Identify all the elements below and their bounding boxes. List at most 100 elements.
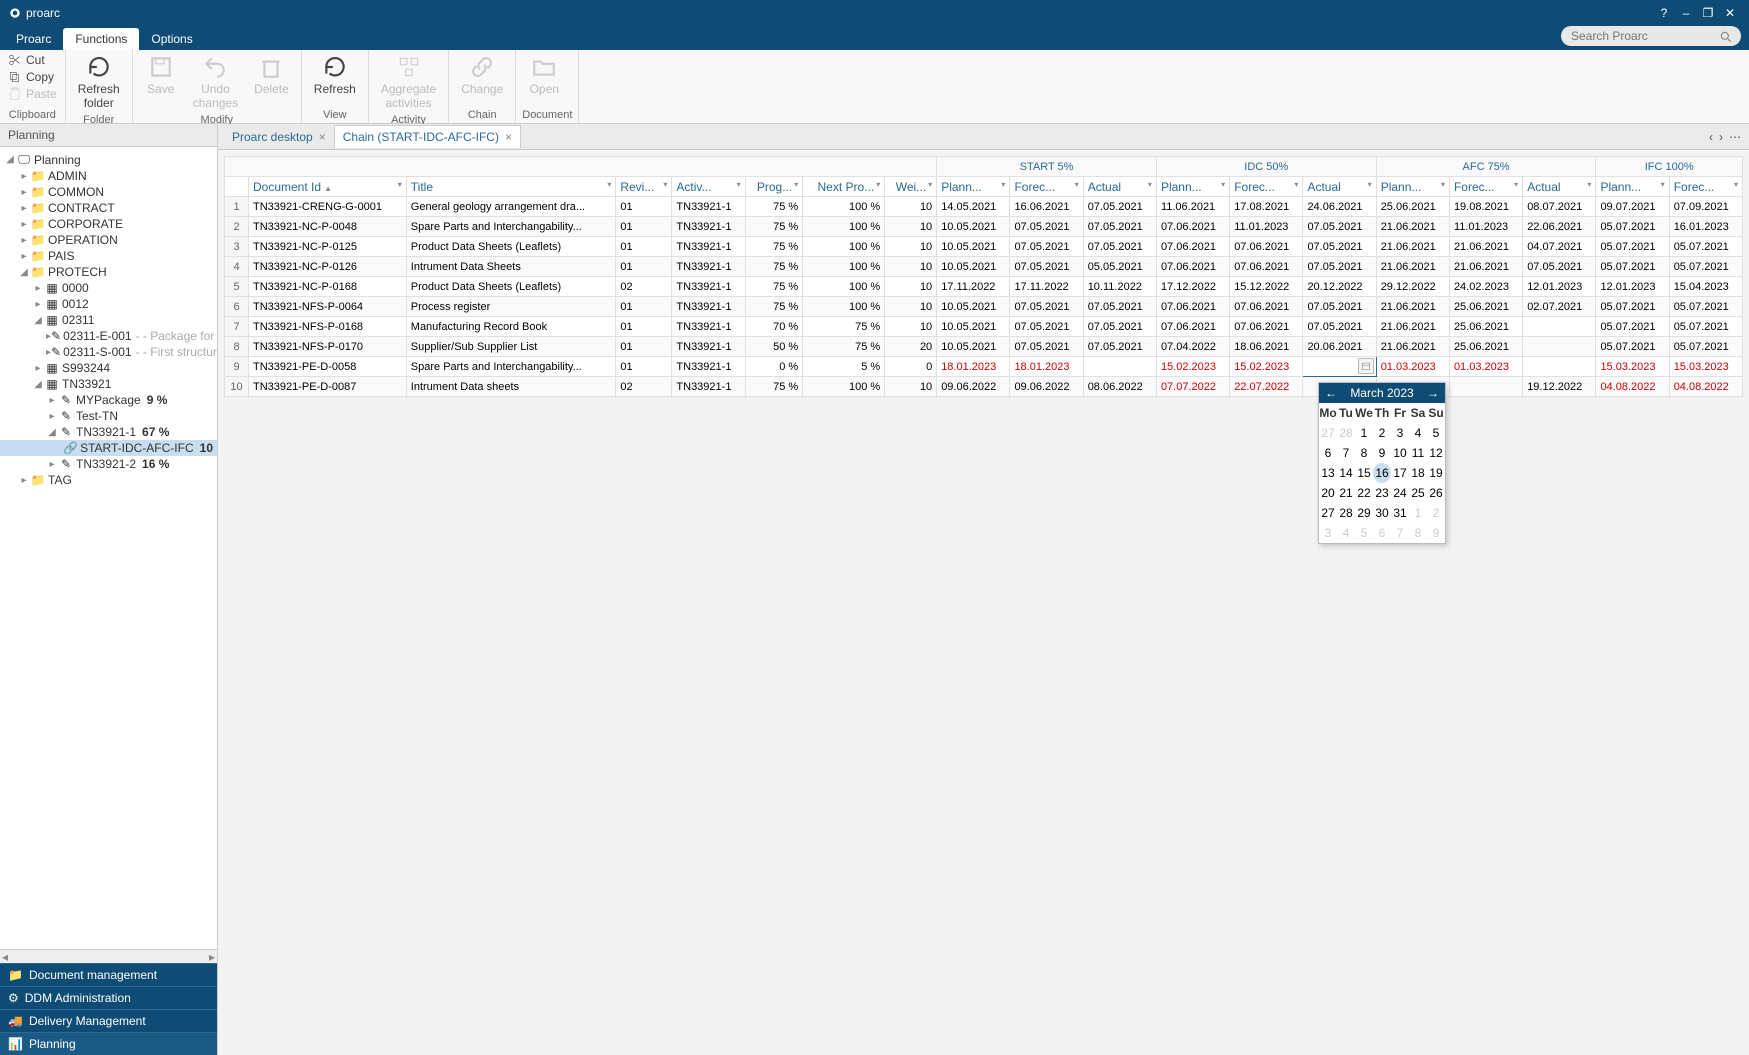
cell-progress[interactable]: 75 %: [745, 197, 803, 217]
cell-weight[interactable]: 10: [885, 197, 937, 217]
cell-rownum[interactable]: 2: [225, 217, 249, 237]
cell-weight[interactable]: 10: [885, 377, 937, 397]
tab-proarc-desktop[interactable]: Proarc desktop×: [224, 126, 334, 148]
tree-mypackage[interactable]: ▸✎MYPackage9 %: [0, 392, 217, 408]
cell-weight[interactable]: 10: [885, 237, 937, 257]
cell-weight[interactable]: 10: [885, 217, 937, 237]
cell-revision[interactable]: 01: [616, 257, 672, 277]
col-activity[interactable]: Activ...▾: [672, 177, 745, 197]
open-document-button[interactable]: Open: [522, 52, 566, 98]
datepicker-day[interactable]: 4: [1337, 523, 1355, 543]
datepicker-day[interactable]: 24: [1391, 483, 1409, 503]
cell-next-progress[interactable]: 100 %: [803, 297, 885, 317]
tree-tag[interactable]: ▸📁TAG: [0, 472, 217, 488]
cell-weight[interactable]: 10: [885, 297, 937, 317]
cell-ifc-planned[interactable]: 09.07.2021: [1596, 197, 1669, 217]
tree-0000[interactable]: ▸▦0000: [0, 280, 217, 296]
cell-afc-planned[interactable]: 21.06.2021: [1376, 337, 1449, 357]
cell-progress[interactable]: 0 %: [745, 357, 803, 377]
cell-document-id[interactable]: TN33921-PE-D-0058: [249, 357, 407, 377]
tree-pais[interactable]: ▸📁PAIS: [0, 248, 217, 264]
chain-grid[interactable]: START 5% IDC 50% AFC 75% IFC 100% Docume…: [224, 156, 1743, 397]
col-revision[interactable]: Revi...▾: [616, 177, 672, 197]
filter-icon[interactable]: ▾: [1001, 180, 1005, 189]
cell-activity[interactable]: TN33921-1: [672, 217, 745, 237]
datepicker-next[interactable]: →: [1427, 386, 1439, 400]
nav-planning[interactable]: 📊Planning: [0, 1032, 217, 1055]
cell-ifc-planned[interactable]: 04.08.2022: [1596, 377, 1669, 397]
maximize-restore-button[interactable]: ❐: [1697, 2, 1719, 24]
filter-icon[interactable]: ▾: [1221, 180, 1225, 189]
nav-ddm-administration[interactable]: ⚙DDM Administration: [0, 986, 217, 1009]
cell-afc-forecast[interactable]: 01.03.2023: [1449, 357, 1522, 377]
datepicker-day[interactable]: 22: [1355, 483, 1373, 503]
cell-activity[interactable]: TN33921-1: [672, 257, 745, 277]
datepicker-day[interactable]: 28: [1337, 423, 1355, 443]
cell-afc-planned[interactable]: 21.06.2021: [1376, 297, 1449, 317]
cell-activity[interactable]: TN33921-1: [672, 297, 745, 317]
table-row[interactable]: 10TN33921-PE-D-0087Intrument Data sheets…: [225, 377, 1743, 397]
table-row[interactable]: 1TN33921-CRENG-G-0001General geology arr…: [225, 197, 1743, 217]
cell-idc-actual[interactable]: 07.05.2021: [1303, 237, 1376, 257]
cell-next-progress[interactable]: 75 %: [803, 317, 885, 337]
cell-afc-forecast[interactable]: 25.06.2021: [1449, 297, 1522, 317]
table-row[interactable]: 2TN33921-NC-P-0048Spare Parts and Interc…: [225, 217, 1743, 237]
tab-chain[interactable]: Chain (START-IDC-AFC-IFC)×: [334, 125, 521, 148]
cell-title[interactable]: Spare Parts and Interchangability...: [406, 357, 616, 377]
col-weight[interactable]: Wei...▾: [885, 177, 937, 197]
tree-start-idc-afc-ifc[interactable]: 🔗START-IDC-AFC-IFC10: [0, 440, 217, 456]
col-start-forecast[interactable]: Forec...▾: [1010, 177, 1083, 197]
menu-options[interactable]: Options: [139, 28, 204, 50]
cell-idc-planned[interactable]: 07.06.2021: [1156, 317, 1229, 337]
cell-next-progress[interactable]: 100 %: [803, 257, 885, 277]
filter-icon[interactable]: ▾: [1661, 180, 1665, 189]
table-row[interactable]: 4TN33921-NC-P-0126Intrument Data Sheets0…: [225, 257, 1743, 277]
filter-icon[interactable]: ▾: [1514, 180, 1518, 189]
col-title[interactable]: Title▾: [406, 177, 616, 197]
cell-start-forecast[interactable]: 07.05.2021: [1010, 337, 1083, 357]
cell-document-id[interactable]: TN33921-CRENG-G-0001: [249, 197, 407, 217]
datepicker-day[interactable]: 6: [1373, 523, 1391, 543]
cell-start-forecast[interactable]: 09.06.2022: [1010, 377, 1083, 397]
col-idc-actual[interactable]: Actual▾: [1303, 177, 1376, 197]
datepicker-title[interactable]: March 2023: [1350, 386, 1413, 400]
cell-start-forecast[interactable]: 07.05.2021: [1010, 237, 1083, 257]
cell-afc-actual[interactable]: [1523, 317, 1596, 337]
datepicker-day[interactable]: 4: [1409, 423, 1427, 443]
cell-activity[interactable]: TN33921-1: [672, 317, 745, 337]
datepicker-day[interactable]: 9: [1373, 443, 1391, 463]
table-row[interactable]: 3TN33921-NC-P-0125Product Data Sheets (L…: [225, 237, 1743, 257]
datepicker-day[interactable]: 7: [1391, 523, 1409, 543]
cell-activity[interactable]: TN33921-1: [672, 377, 745, 397]
cell-start-planned[interactable]: 10.05.2021: [937, 257, 1010, 277]
tree-contract[interactable]: ▸📁CONTRACT: [0, 200, 217, 216]
tree-scrollbar[interactable]: ◂▸: [0, 949, 217, 963]
datepicker-day[interactable]: 8: [1409, 523, 1427, 543]
cell-rownum[interactable]: 4: [225, 257, 249, 277]
datepicker-day[interactable]: 21: [1337, 483, 1355, 503]
cell-activity[interactable]: TN33921-1: [672, 237, 745, 257]
cell-afc-forecast[interactable]: 21.06.2021: [1449, 257, 1522, 277]
datepicker-day[interactable]: 20: [1319, 483, 1337, 503]
cell-ifc-planned[interactable]: 05.07.2021: [1596, 297, 1669, 317]
datepicker-day[interactable]: 12: [1427, 443, 1445, 463]
datepicker-day[interactable]: 14: [1337, 463, 1355, 483]
cell-idc-actual[interactable]: 07.05.2021: [1303, 297, 1376, 317]
cell-ifc-forecast[interactable]: 07.09.2021: [1669, 197, 1742, 217]
cell-idc-forecast[interactable]: 15.02.2023: [1230, 357, 1303, 377]
col-afc-actual[interactable]: Actual▾: [1523, 177, 1596, 197]
cell-rownum[interactable]: 5: [225, 277, 249, 297]
cell-title[interactable]: General geology arrangement dra...: [406, 197, 616, 217]
cell-document-id[interactable]: TN33921-NFS-P-0064: [249, 297, 407, 317]
cell-start-planned[interactable]: 10.05.2021: [937, 237, 1010, 257]
cell-weight[interactable]: 10: [885, 277, 937, 297]
nav-document-management[interactable]: 📁Document management: [0, 963, 217, 986]
filter-icon[interactable]: ▾: [1587, 180, 1591, 189]
cell-ifc-planned[interactable]: 12.01.2023: [1596, 277, 1669, 297]
cell-title[interactable]: Product Data Sheets (Leaflets): [406, 237, 616, 257]
refresh-view-button[interactable]: Refresh: [308, 52, 362, 98]
datepicker-day[interactable]: 13: [1319, 463, 1337, 483]
datepicker-day[interactable]: 8: [1355, 443, 1373, 463]
cell-ifc-planned[interactable]: 05.07.2021: [1596, 317, 1669, 337]
datepicker-day[interactable]: 27: [1319, 423, 1337, 443]
